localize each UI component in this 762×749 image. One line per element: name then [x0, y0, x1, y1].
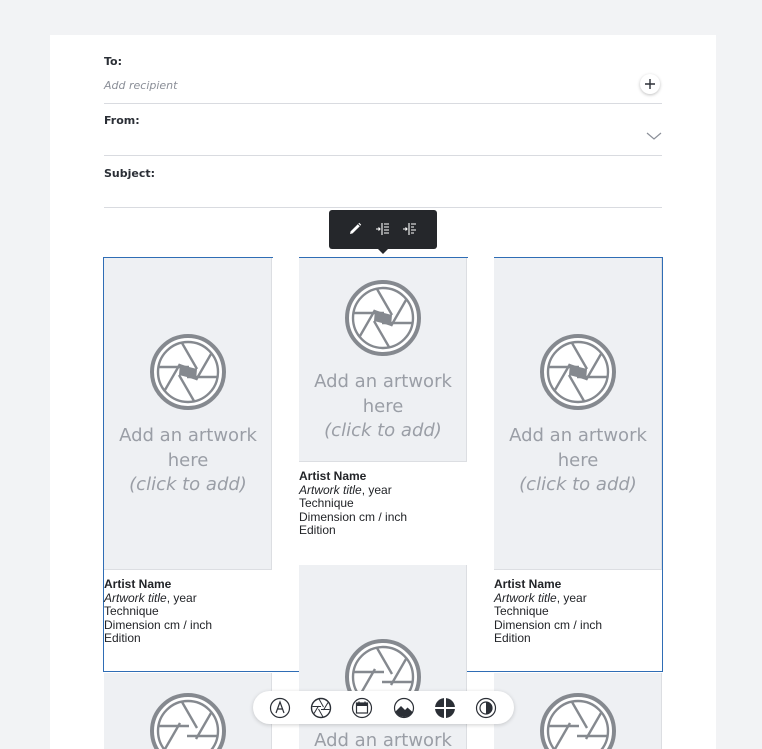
artwork-dimension: Dimension cm / inch	[494, 617, 603, 632]
artwork-title: Artwork title	[104, 590, 167, 605]
artwork-caption[interactable]: Artist Name Artwork title, year Techniqu…	[494, 577, 662, 646]
artwork-placeholder[interactable]: Add an artwork here (click to add)	[299, 258, 467, 462]
indent-left-icon[interactable]	[375, 221, 391, 237]
artwork-edition: Edition	[104, 631, 141, 646]
contrast-icon[interactable]	[475, 697, 497, 719]
insert-toolbar	[253, 691, 514, 724]
aperture-icon	[345, 280, 421, 356]
artwork-edition: Edition	[494, 631, 531, 646]
to-field[interactable]: To: Add recipient	[104, 52, 662, 104]
to-label: To:	[104, 55, 122, 68]
from-label: From:	[104, 114, 140, 127]
add-artwork-prompt: Add an artwork here (click to add)	[119, 425, 257, 495]
artwork-year: , year	[166, 590, 197, 605]
artwork-title: Artwork title	[494, 590, 557, 605]
artwork-placeholder[interactable]	[104, 673, 272, 749]
aperture-icon	[150, 693, 226, 749]
to-placeholder[interactable]: Add recipient	[104, 79, 177, 92]
artist-name: Artist Name	[104, 577, 172, 591]
artwork-dimension: Dimension cm / inch	[299, 509, 408, 524]
subject-field[interactable]: Subject:	[104, 156, 662, 208]
artwork-year: , year	[556, 590, 587, 605]
calendar-icon[interactable]	[351, 697, 373, 719]
image-icon[interactable]	[393, 697, 415, 719]
add-artwork-prompt: Add an artwork	[314, 730, 452, 749]
artist-name: Artist Name	[494, 577, 562, 591]
aperture-icon	[540, 334, 616, 410]
aperture-icon	[540, 693, 616, 749]
artwork-technique: Technique	[299, 496, 354, 511]
crosshair-icon[interactable]	[434, 697, 456, 719]
add-recipient-button[interactable]	[640, 74, 660, 94]
add-artwork-prompt: Add an artwork here (click to add)	[314, 371, 452, 441]
artwork-technique: Technique	[104, 604, 159, 619]
chevron-down-icon[interactable]	[646, 131, 662, 141]
artwork-year: , year	[361, 482, 392, 497]
indent-right-icon[interactable]	[402, 221, 418, 237]
artwork-title: Artwork title	[299, 482, 362, 497]
artwork-caption[interactable]: Artist Name Artwork title, year Techniqu…	[104, 577, 272, 646]
artwork-placeholder[interactable]: Add an artwork here (click to add)	[494, 258, 662, 570]
artwork-caption[interactable]: Artist Name Artwork title, year Techniqu…	[299, 469, 467, 538]
aperture-icon	[150, 334, 226, 410]
artwork-dimension: Dimension cm / inch	[104, 617, 213, 632]
artist-name: Artist Name	[299, 469, 367, 483]
artwork-placeholder[interactable]	[494, 673, 662, 749]
artwork-placeholder[interactable]: Add an artwork here (click to add)	[104, 258, 272, 570]
plus-icon	[645, 79, 655, 89]
artwork-technique: Technique	[494, 604, 549, 619]
pencil-icon[interactable]	[347, 221, 363, 237]
toolbar-pointer	[378, 249, 388, 254]
subject-label: Subject:	[104, 167, 156, 180]
add-artwork-prompt: Add an artwork here (click to add)	[509, 425, 647, 495]
pen-nib-icon[interactable]	[269, 697, 291, 719]
aperture-icon[interactable]	[310, 697, 332, 719]
from-field[interactable]: From:	[104, 104, 662, 156]
artwork-edition: Edition	[299, 523, 336, 538]
block-toolbar	[329, 210, 437, 254]
